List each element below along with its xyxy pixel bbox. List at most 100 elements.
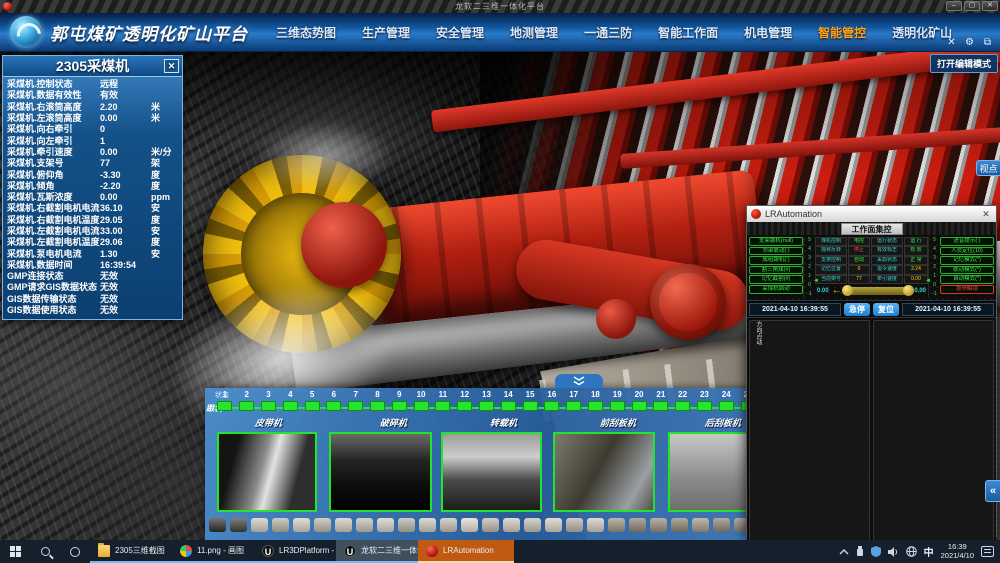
camera-feed-转载机[interactable] — [441, 432, 542, 512]
support-indicator: 18 — [585, 389, 607, 417]
row-value: 1 — [100, 136, 151, 147]
support-frame[interactable] — [461, 518, 478, 532]
support-frame[interactable] — [503, 518, 520, 532]
support-frame[interactable] — [608, 518, 625, 532]
dragon-logo-icon — [10, 16, 42, 48]
support-frame[interactable] — [272, 518, 289, 532]
wrench-icon[interactable]: ✕ — [945, 37, 958, 48]
camera-feed-破碎机[interactable] — [329, 432, 432, 512]
support-frame[interactable] — [398, 518, 415, 532]
estop-button[interactable]: 急停 — [844, 303, 870, 316]
open-edit-mode-button[interactable]: 打开编辑模式 — [930, 54, 998, 73]
support-frame[interactable] — [251, 518, 268, 532]
mode-button[interactable]: 记忆模式(*) — [940, 256, 994, 265]
shearer-panel-titlebar[interactable]: 2305采煤机 ✕ — [3, 56, 182, 77]
tab-face-control[interactable]: 工作面集控 — [841, 223, 903, 235]
tray-expand-icon[interactable] — [839, 548, 849, 556]
row-label: 采煤机.控制状态 — [7, 79, 100, 90]
taskbar-item-龙软二三维一体化...[interactable]: U龙软二三维一体化... — [336, 540, 418, 563]
support-indicator: 5 — [301, 389, 323, 417]
nav-item-透明化矿山[interactable]: 透明化矿山 — [892, 24, 952, 41]
support-frame[interactable] — [629, 518, 646, 532]
start-button[interactable] — [0, 540, 30, 563]
usb-icon[interactable] — [856, 546, 864, 557]
mode-button[interactable]: 割三角煤(#) — [749, 266, 803, 275]
support-frame[interactable] — [209, 518, 226, 532]
support-frame[interactable] — [230, 518, 247, 532]
taskbar-item-2305三维截图[interactable]: 2305三维截图 — [90, 540, 172, 563]
support-frame[interactable] — [335, 518, 352, 532]
nav-item-一通三防[interactable]: 一通三防 — [584, 24, 632, 41]
support-frame[interactable] — [524, 518, 541, 532]
collapse-left-icon[interactable]: « — [985, 480, 1000, 502]
notification-center-icon[interactable] — [981, 546, 994, 557]
support-frame[interactable] — [671, 518, 688, 532]
nav-item-生产管理[interactable]: 生产管理 — [362, 24, 410, 41]
estop-unlock-button[interactable]: 急停解锁 — [940, 285, 994, 294]
support-frame[interactable] — [440, 518, 457, 532]
support-frame[interactable] — [377, 518, 394, 532]
mode-button[interactable]: 邻架联动(:) — [749, 247, 803, 256]
support-frame[interactable] — [482, 518, 499, 532]
resize-icon[interactable]: ⧉ — [981, 37, 994, 48]
camera-feed-皮带机[interactable] — [217, 432, 317, 512]
support-frame[interactable] — [566, 518, 583, 532]
support-frame[interactable] — [419, 518, 436, 532]
reset-button[interactable]: 复位 — [873, 303, 899, 316]
support-frame[interactable] — [356, 518, 373, 532]
support-status-square — [566, 401, 581, 411]
mode-button[interactable]: 语音提示(:) — [940, 237, 994, 246]
taskbar-item-label: LR3DPlatform - U... — [279, 546, 336, 555]
row-value: 有效 — [100, 90, 151, 101]
support-number: 12 — [460, 389, 469, 401]
nav-item-三维态势图[interactable]: 三维态势图 — [276, 24, 336, 41]
support-number: 21 — [656, 389, 665, 401]
mode-button[interactable]: 人员定位(10) — [940, 247, 994, 256]
scale-tick: 5 — [808, 238, 811, 243]
nav-item-地测管理[interactable]: 地测管理 — [510, 24, 558, 41]
support-status-square — [719, 401, 734, 411]
nav-item-机电管理[interactable]: 机电管理 — [744, 24, 792, 41]
taskbar-clock[interactable]: 16:39 2021/4/10 — [941, 543, 974, 560]
search-icon[interactable] — [30, 540, 60, 563]
support-frame[interactable] — [293, 518, 310, 532]
mode-button[interactable]: 联动模式(*) — [940, 266, 994, 275]
minimize-icon[interactable]: – — [946, 1, 962, 11]
row-value: -3.30 — [100, 170, 151, 181]
taskbar-item-11.png - 画图[interactable]: 11.png - 画图 — [172, 540, 254, 563]
task-view-icon[interactable] — [60, 540, 90, 563]
gear-icon[interactable]: ⚙ — [963, 37, 976, 48]
close-icon[interactable]: ✕ — [982, 1, 998, 11]
nav-item-智能管控[interactable]: 智能管控 — [818, 24, 866, 41]
network-globe-icon[interactable] — [906, 546, 917, 557]
support-number: 19 — [613, 389, 622, 401]
support-frame[interactable] — [692, 518, 709, 532]
window-titlebar[interactable]: 龙软二三维一体化平台 – ▢ ✕ — [0, 0, 1000, 13]
mode-button[interactable]: 支架跟机(null) — [749, 237, 803, 246]
speaker-icon[interactable] — [888, 547, 899, 557]
support-frame[interactable] — [545, 518, 562, 532]
close-icon[interactable]: ✕ — [164, 59, 179, 73]
nav-item-安全管理[interactable]: 安全管理 — [436, 24, 484, 41]
maximize-icon[interactable]: ▢ — [964, 1, 980, 11]
mode-button[interactable]: 采煤机启动 — [749, 285, 803, 294]
mode-button[interactable]: 成组跟机(:) — [749, 256, 803, 265]
taskbar-item-LR3DPlatform - U...[interactable]: ULR3DPlatform - U... — [254, 540, 336, 563]
support-frame[interactable] — [713, 518, 730, 532]
shield-icon[interactable] — [871, 546, 881, 557]
taskbar-item-LRAutomation[interactable]: LRAutomation — [418, 540, 514, 563]
support-frame[interactable] — [314, 518, 331, 532]
mode-button[interactable]: 自动模式(*) — [940, 275, 994, 284]
support-indicator: 10 — [410, 389, 432, 417]
collapse-down-icon[interactable] — [555, 374, 603, 388]
lrautomation-titlebar[interactable]: LRAutomation ✕ — [747, 206, 996, 222]
viewpoint-tab[interactable]: 视点 — [976, 160, 1000, 176]
support-frame[interactable] — [587, 518, 604, 532]
support-frame[interactable] — [650, 518, 667, 532]
left-drum-value: 0.00 — [817, 288, 829, 294]
camera-feed-前刮板机[interactable] — [553, 432, 655, 512]
close-icon[interactable]: ✕ — [980, 209, 992, 220]
nav-item-智能工作面[interactable]: 智能工作面 — [658, 24, 718, 41]
ime-indicator[interactable]: 中 — [924, 544, 934, 559]
mode-button[interactable]: 记忆截割(#) — [749, 275, 803, 284]
